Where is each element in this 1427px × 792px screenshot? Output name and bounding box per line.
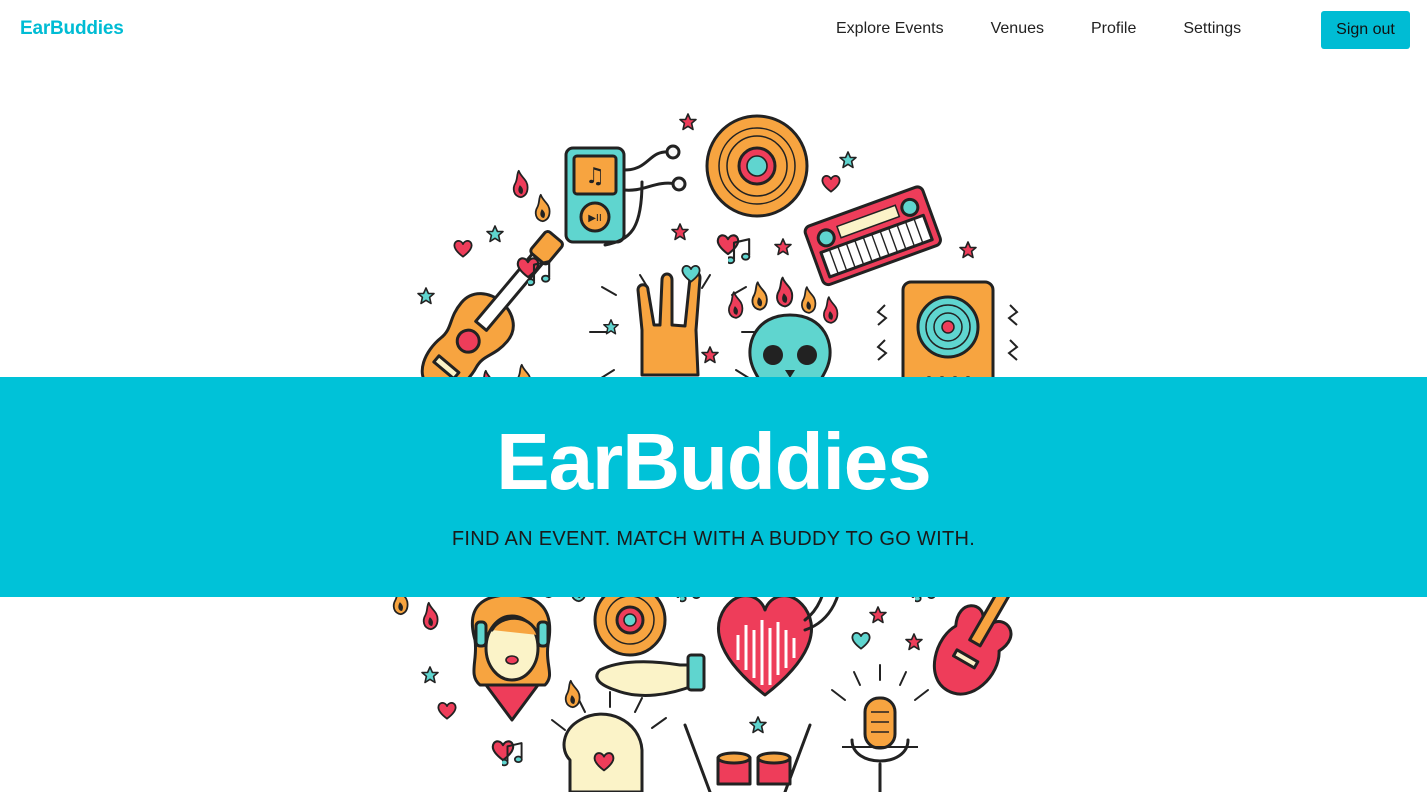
flame-icon — [564, 679, 581, 709]
star-icon — [959, 241, 977, 259]
head-icon — [551, 691, 667, 792]
star-icon — [417, 287, 435, 305]
star-icon — [701, 346, 719, 364]
nav-links: Explore Events Venues Profile Settings — [836, 20, 1241, 38]
star-icon — [671, 223, 689, 241]
star-icon — [774, 238, 792, 256]
hero-subtitle: FIND AN EVENT. MATCH WITH A BUDDY TO GO … — [451, 528, 976, 550]
synthesizer-icon — [803, 185, 942, 287]
svg-text:♫: ♫ — [585, 164, 605, 189]
star-icon — [679, 113, 697, 131]
nav-link-venues[interactable]: Venues — [991, 20, 1044, 38]
hero-title: EarBuddies — [496, 417, 932, 506]
star-icon — [749, 716, 767, 734]
flame-icon — [512, 169, 529, 199]
drum-kit-icon — [683, 723, 812, 792]
woman-headphones-icon — [470, 593, 552, 722]
heart-icon — [821, 174, 841, 193]
flame-icon — [422, 601, 439, 631]
star-icon — [905, 633, 923, 651]
vinyl-record-icon — [705, 114, 809, 218]
heart-icon — [716, 234, 740, 256]
brand-logo[interactable]: EarBuddies — [20, 18, 124, 40]
mp3-player-icon: ♫ ▶II — [564, 144, 687, 247]
hand-record-icon — [593, 583, 706, 697]
sign-out-button[interactable]: Sign out — [1321, 11, 1410, 49]
star-icon — [869, 606, 887, 624]
nav-link-explore-events[interactable]: Explore Events — [836, 20, 944, 38]
nav-link-profile[interactable]: Profile — [1091, 20, 1136, 38]
microphone-icon — [831, 664, 929, 792]
heart-icon — [491, 740, 515, 762]
heart-icon — [851, 631, 871, 650]
svg-text:▶II: ▶II — [588, 213, 602, 224]
navbar: EarBuddies Explore Events Venues Profile… — [0, 0, 1427, 60]
star-icon — [839, 151, 857, 169]
heart-icon — [453, 239, 473, 258]
star-icon — [486, 225, 504, 243]
star-icon — [421, 666, 439, 684]
flame-icon — [534, 193, 551, 223]
nav-link-settings[interactable]: Settings — [1183, 20, 1241, 38]
heart-icon — [437, 701, 457, 720]
